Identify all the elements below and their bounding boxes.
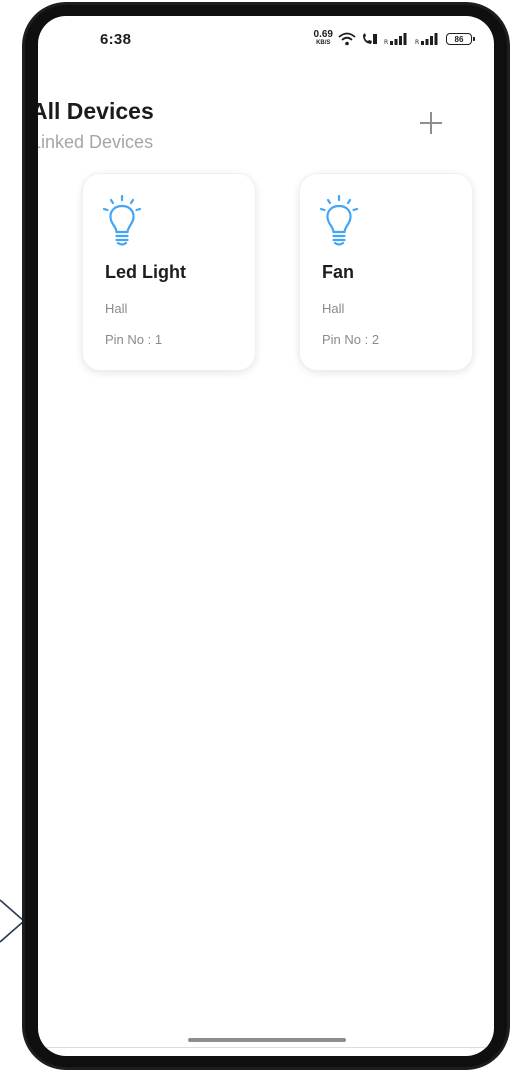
wifi-icon [338, 32, 356, 46]
plus-icon[interactable] [416, 108, 446, 138]
device-name: Led Light [105, 262, 186, 282]
network-speed-value: 0.69 [313, 29, 333, 40]
network-speed-unit: KB/S [316, 40, 331, 46]
bulb-icon [102, 194, 142, 246]
device-name: Fan [322, 262, 355, 282]
app-screen: 6:38 0.69 KB/S R R 86 All Devices Linked… [38, 16, 494, 1056]
volte-call-icon [363, 33, 377, 44]
page-subtitle: Linked Devices [38, 132, 154, 152]
signal-icon-1: R [384, 33, 407, 46]
device-pin: Pin No : 1 [105, 332, 163, 347]
device-room: Hall [105, 301, 128, 316]
device-card-led-light[interactable]: Led Light Hall Pin No : 1 [82, 173, 256, 371]
device-room: Hall [322, 301, 345, 316]
svg-text:R: R [384, 39, 388, 46]
svg-text:R: R [415, 39, 419, 46]
page-title: All Devices [38, 98, 154, 124]
network-speed: 0.69 KB/S [313, 29, 333, 47]
stage: 6:38 0.69 KB/S R R 86 All Devices Linked… [0, 0, 515, 1075]
device-pin: Pin No : 2 [322, 332, 380, 347]
status-icons: 0.69 KB/S R R 86 [313, 28, 475, 50]
home-indicator[interactable] [188, 1038, 346, 1042]
status-bar: 6:38 0.69 KB/S R R 86 [38, 16, 494, 60]
battery-level: 86 [454, 34, 464, 44]
status-time: 6:38 [100, 31, 132, 48]
bottom-divider [38, 1047, 494, 1048]
battery-icon: 86 [446, 33, 475, 45]
device-card-fan[interactable]: Fan Hall Pin No : 2 [299, 173, 473, 371]
signal-icon-2: R [415, 33, 438, 46]
bulb-icon [319, 194, 359, 246]
phone-frame: 6:38 0.69 KB/S R R 86 All Devices Linked… [22, 2, 510, 1070]
